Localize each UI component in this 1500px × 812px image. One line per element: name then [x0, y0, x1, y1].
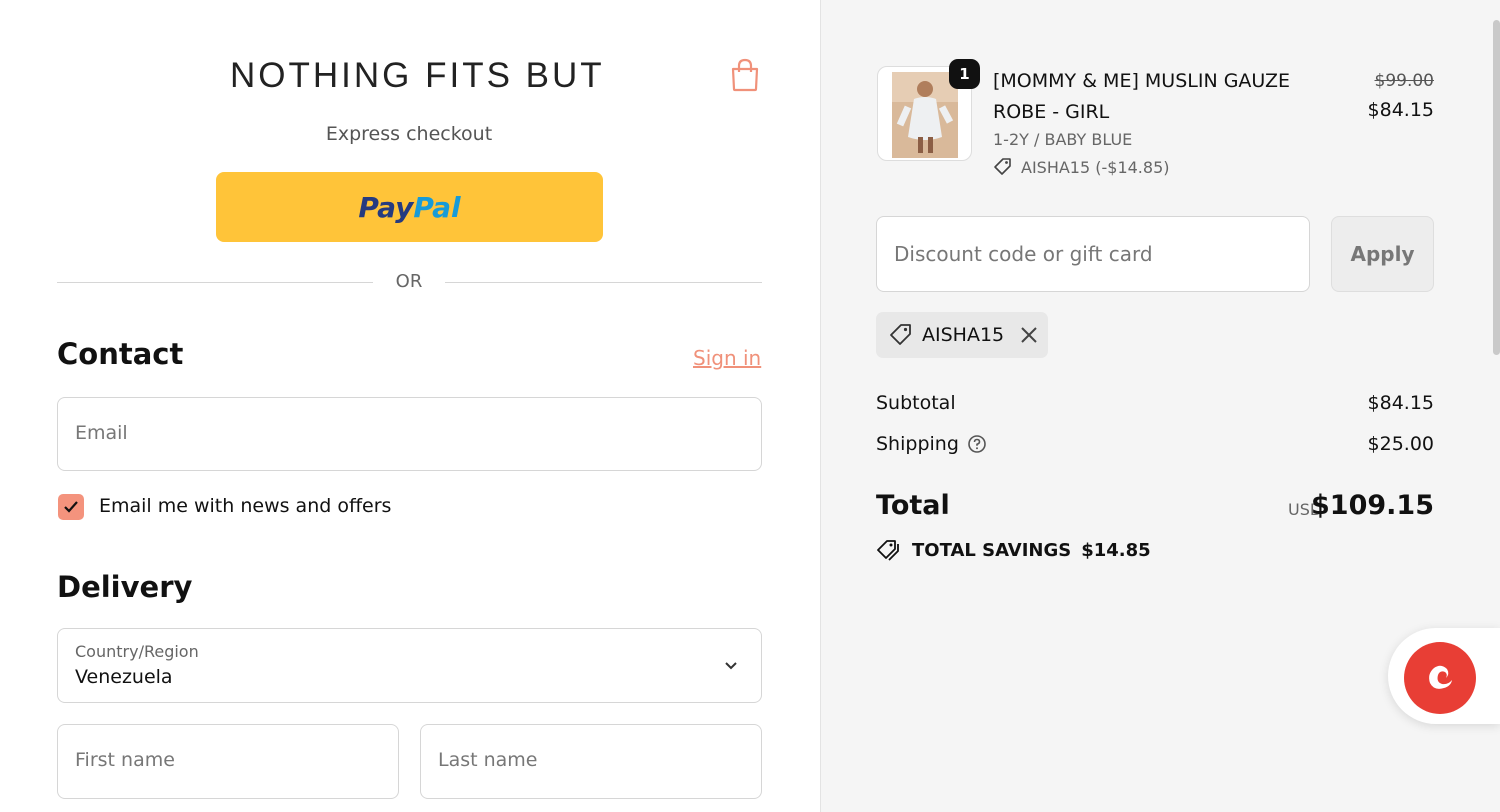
email-field[interactable]: Email	[57, 397, 762, 471]
apply-button[interactable]: Apply	[1331, 216, 1434, 292]
shipping-label: Shipping	[876, 433, 959, 455]
paypal-logo-pal: Pal	[413, 190, 461, 224]
country-value: Venezuela	[75, 666, 173, 688]
savings-tag-icon	[877, 540, 899, 561]
discount-placeholder: Discount code or gift card	[894, 242, 1153, 266]
remove-discount-icon[interactable]	[1018, 324, 1040, 346]
paypal-button[interactable]: Pay Pal	[216, 172, 603, 242]
newsletter-checkbox[interactable]	[58, 494, 84, 520]
shopping-bag-icon[interactable]	[729, 58, 761, 92]
tag-icon	[994, 158, 1011, 175]
newsletter-label: Email me with news and offers	[99, 495, 392, 517]
sign-in-link[interactable]: Sign in	[693, 346, 761, 370]
discount-code-input[interactable]: Discount code or gift card	[876, 216, 1310, 292]
original-price: $99.00	[1374, 71, 1434, 91]
paypal-logo-pay: Pay	[358, 190, 414, 224]
chat-button[interactable]	[1404, 642, 1476, 714]
total-label: Total	[876, 490, 950, 521]
tag-icon	[890, 324, 911, 345]
sale-price: $84.15	[1367, 99, 1434, 121]
first-name-field[interactable]: First name	[57, 724, 399, 799]
divider-left	[57, 282, 373, 283]
country-label: Country/Region	[75, 642, 199, 661]
contact-heading: Contact	[57, 337, 184, 371]
subtotal-value: $84.15	[1367, 392, 1434, 414]
applied-discount-chip: AISHA15	[876, 312, 1048, 358]
or-divider-label: OR	[395, 271, 423, 292]
checkmark-icon	[64, 501, 78, 513]
total-savings: TOTAL SAVINGS $14.85	[876, 538, 1151, 562]
chat-logo-icon	[1429, 665, 1452, 689]
store-logo[interactable]: NOTHING FITS BUT	[230, 56, 602, 96]
savings-label: TOTAL SAVINGS	[912, 539, 1072, 561]
last-name-placeholder: Last name	[438, 749, 538, 771]
shipping-row: Shipping	[876, 433, 987, 455]
shipping-value: $25.00	[1367, 433, 1434, 455]
product-name: [MOMMY & ME] MUSLIN GAUZE ROBE - GIRL	[993, 70, 1291, 123]
express-checkout-label: Express checkout	[325, 123, 493, 145]
help-icon[interactable]	[967, 434, 987, 454]
subtotal-label: Subtotal	[876, 392, 956, 414]
divider-right	[445, 282, 762, 283]
applied-code-text: AISHA15	[922, 324, 1005, 346]
first-name-placeholder: First name	[75, 749, 175, 771]
savings-value: $14.85	[1081, 539, 1151, 561]
chevron-down-icon	[725, 662, 737, 670]
total-value: $109.15	[1311, 490, 1434, 521]
product-discount: AISHA15 (-$14.85)	[993, 157, 1169, 177]
email-placeholder: Email	[75, 422, 128, 444]
product-variant: 1-2Y / BABY BLUE	[993, 130, 1133, 149]
checkout-form-panel: NOTHING FITS BUT Express checkout Pay Pal…	[0, 0, 820, 812]
last-name-field[interactable]: Last name	[420, 724, 762, 799]
delivery-heading: Delivery	[57, 570, 193, 604]
quantity-badge: 1	[949, 59, 980, 89]
country-select[interactable]: Country/Region Venezuela	[57, 628, 762, 703]
product-discount-text: AISHA15 (-$14.85)	[1021, 157, 1170, 177]
page-scrollbar[interactable]	[1493, 20, 1500, 355]
